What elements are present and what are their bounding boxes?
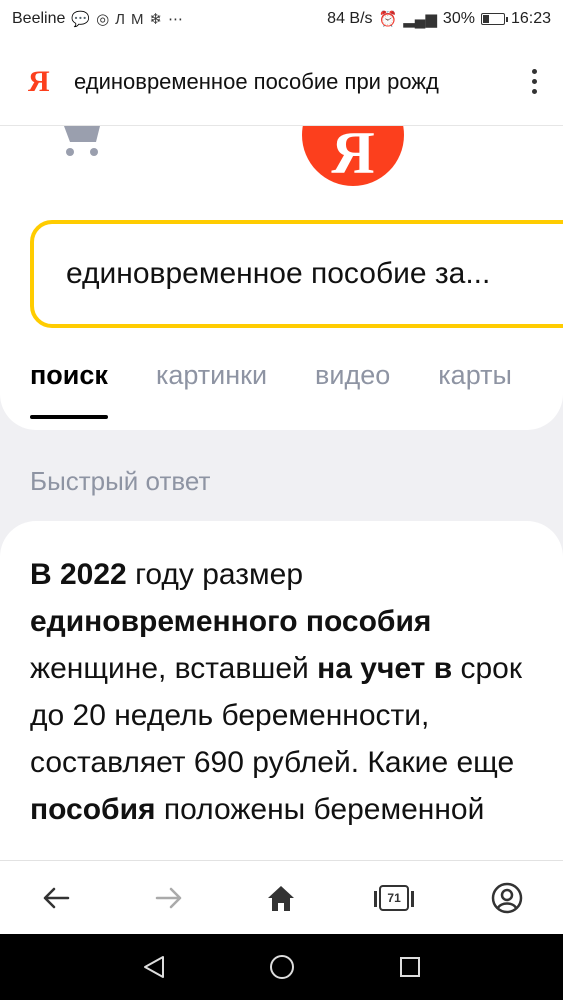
search-header-card: Я единовременное пособие за... поиск кар… xyxy=(0,126,563,430)
carrier-name: Beeline xyxy=(12,10,66,27)
system-recents-icon[interactable] xyxy=(398,955,422,979)
quick-answer-label: Быстрый ответ xyxy=(30,466,211,496)
home-icon xyxy=(268,886,295,911)
message-icon: 💬 xyxy=(71,11,91,28)
back-button[interactable] xyxy=(26,868,86,928)
answer-part: пособия xyxy=(30,793,156,826)
mail-icon: M xyxy=(131,10,144,28)
menu-kebab-icon[interactable] xyxy=(532,69,537,94)
answer-part: единовременного пособия xyxy=(30,605,432,638)
battery-percent: 30% xyxy=(442,10,475,27)
android-nav-bar xyxy=(0,934,563,1000)
tab-maps[interactable]: карты xyxy=(438,360,512,419)
app-icon: Л xyxy=(115,10,125,28)
cart-icon[interactable] xyxy=(60,126,108,158)
search-input[interactable]: единовременное пособие за... xyxy=(30,220,563,328)
quick-answer-text: В 2022 году размер единовременного пособ… xyxy=(30,551,550,833)
arrow-left-icon xyxy=(44,887,70,909)
answer-part: положены беременной xyxy=(155,793,485,826)
whatsapp-icon: ◎ xyxy=(96,11,110,28)
search-tabs: поиск картинки видео карты xyxy=(30,360,512,419)
status-bar: Beeline 💬 ◎ Л M ❄ ⋯ 84 B/s ⏰ ▂▄▆ 30% 16:… xyxy=(0,0,563,38)
answer-part: В 2022 xyxy=(30,558,127,591)
search-query: единовременное пособие за... xyxy=(66,257,491,290)
battery-icon xyxy=(480,13,508,25)
tab-video[interactable]: видео xyxy=(315,360,390,419)
home-button[interactable] xyxy=(251,868,311,928)
settings-app-icon: ❄ xyxy=(149,11,163,28)
answer-part: году размер xyxy=(126,558,304,591)
system-back-icon[interactable] xyxy=(141,954,167,980)
answer-part: женщине, вставшей xyxy=(30,652,318,685)
arrow-right-icon xyxy=(155,887,182,909)
tabs-count-icon: 71 xyxy=(374,885,415,911)
signal-icon: ▂▄▆ xyxy=(403,11,437,28)
forward-button[interactable] xyxy=(139,868,199,928)
tab-search[interactable]: поиск xyxy=(30,360,108,419)
quick-answer-card[interactable]: В 2022 году размер единовременного пособ… xyxy=(0,521,563,860)
system-home-icon[interactable] xyxy=(268,953,296,981)
clock: 16:23 xyxy=(510,10,551,27)
more-icon: ⋯ xyxy=(168,11,184,28)
profile-button[interactable] xyxy=(477,868,537,928)
yandex-logo[interactable]: Я xyxy=(28,65,52,99)
tab-images[interactable]: картинки xyxy=(156,360,267,419)
yandex-logo-circle[interactable]: Я xyxy=(302,126,404,186)
browser-bottom-nav: 71 xyxy=(0,860,563,935)
profile-icon xyxy=(491,882,522,914)
alarm-icon: ⏰ xyxy=(378,11,398,28)
address-query[interactable]: единовременное пособие при рожд xyxy=(74,69,494,95)
network-speed: 84 B/s xyxy=(327,10,373,27)
page-content: Я единовременное пособие за... поиск кар… xyxy=(0,126,563,860)
answer-part: на учет в xyxy=(317,652,453,685)
tabs-button[interactable]: 71 xyxy=(364,868,424,928)
yandex-logo-letter: Я xyxy=(331,126,375,186)
address-bar: Я единовременное пособие при рожд xyxy=(0,38,563,126)
